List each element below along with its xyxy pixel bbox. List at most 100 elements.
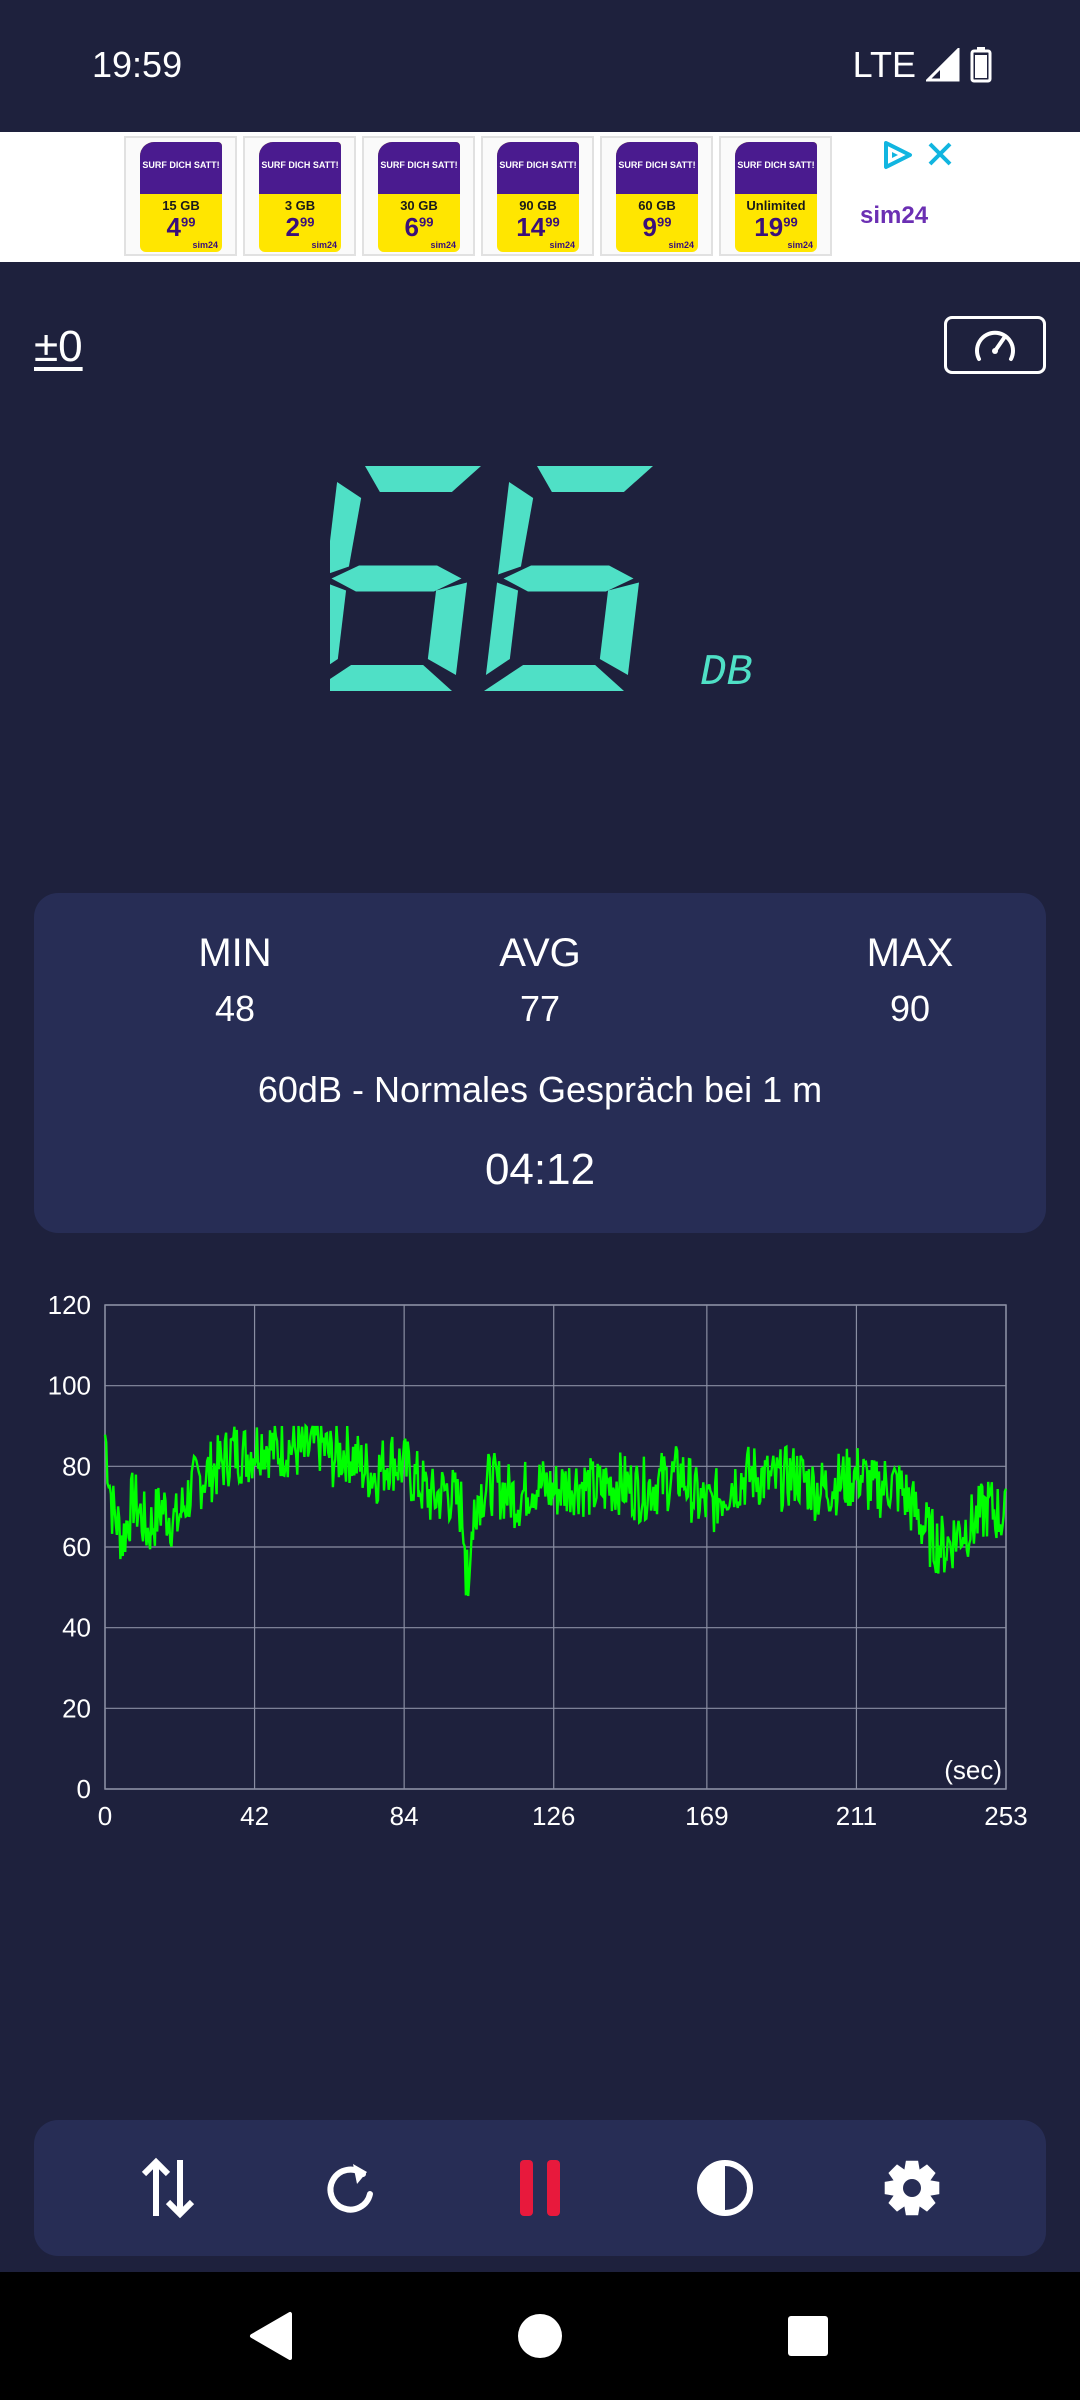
x-tick-label: 84 — [390, 1801, 419, 1831]
swap-vertical-icon — [141, 2157, 195, 2219]
bottom-toolbar — [34, 2120, 1046, 2256]
digit-segment — [330, 665, 452, 691]
stat-max-label: MAX — [866, 931, 954, 975]
ad-card-data: 15 GB — [162, 198, 200, 213]
network-type: LTE — [852, 44, 916, 85]
sim-card-image: SURF DICH SATT! 30 GB 699 sim24 — [378, 142, 460, 252]
noise-level-description: 60dB - Normales Gespräch bei 1 m — [257, 1069, 823, 1110]
x-tick-label: 42 — [240, 1801, 269, 1831]
ad-card[interactable]: SURF DICH SATT! 30 GB 699 sim24 — [362, 136, 475, 256]
ad-card-price: 1999 — [754, 212, 798, 242]
theme-button[interactable] — [685, 2148, 765, 2228]
gear-icon — [884, 2160, 940, 2216]
gauge-mode-button[interactable] — [944, 316, 1046, 374]
y-tick-label: 60 — [62, 1532, 91, 1562]
ad-card-data: 3 GB — [284, 198, 316, 213]
ad-card-headline: SURF DICH SATT! — [259, 142, 341, 194]
reading-digit — [330, 466, 481, 691]
x-tick-label: 211 — [836, 1801, 877, 1831]
speedometer-icon — [975, 330, 1015, 361]
pause-button[interactable] — [500, 2148, 580, 2228]
x-tick-label: 126 — [532, 1801, 575, 1831]
system-nav-bar — [0, 2272, 1080, 2400]
ad-card[interactable]: SURF DICH SATT! 3 GB 299 sim24 — [243, 136, 356, 256]
ad-card-price: 699 — [404, 212, 434, 242]
sim-card-image: SURF DICH SATT! Unlimited 1999 sim24 — [735, 142, 817, 252]
ad-card[interactable]: SURF DICH SATT! 60 GB 999 sim24 — [600, 136, 713, 256]
digit-segment — [427, 582, 468, 675]
status-icons: LTE — [853, 44, 992, 86]
refresh-icon — [327, 2164, 373, 2213]
ad-banner[interactable]: SURF DICH SATT! 15 GB 499 sim24 SURF DICH SA… — [0, 132, 1080, 262]
stats-panel: MIN 48 AVG 77 MAX 90 60dB - Normales Ges… — [34, 893, 1046, 1233]
back-icon — [250, 2312, 292, 2360]
ad-card-headline: SURF DICH SATT! — [735, 142, 817, 194]
digit-segment — [484, 665, 624, 691]
ad-controls — [882, 140, 954, 170]
sim-card-image: SURF DICH SATT! 60 GB 999 sim24 — [616, 142, 698, 252]
ad-card-price: 1499 — [516, 212, 560, 242]
ad-card-price: 999 — [642, 212, 672, 242]
digit-segment — [330, 584, 347, 665]
sort-button[interactable] — [128, 2148, 208, 2228]
x-tick-label: 0 — [98, 1801, 112, 1831]
y-tick-label: 0 — [77, 1774, 91, 1804]
ad-card[interactable]: SURF DICH SATT! 90 GB 1499 sim24 — [481, 136, 594, 256]
settings-button[interactable] — [872, 2148, 952, 2228]
nav-home-button[interactable] — [510, 2306, 570, 2366]
ad-logo[interactable]: sim24 — [860, 202, 928, 230]
ad-card-headline: SURF DICH SATT! — [140, 142, 222, 194]
ad-card[interactable]: SURF DICH SATT! 15 GB 499 sim24 — [124, 136, 237, 256]
nav-recents-button[interactable] — [778, 2306, 838, 2366]
reset-button[interactable] — [311, 2148, 391, 2228]
pause-icon — [520, 2160, 560, 2216]
unit-text: DB — [700, 648, 753, 690]
ad-card-data: 90 GB — [519, 198, 557, 213]
y-tick-label: 100 — [48, 1371, 91, 1401]
ad-choices-icon[interactable] — [882, 140, 914, 170]
ad-cards[interactable]: SURF DICH SATT! 15 GB 499 sim24 SURF DICH SA… — [124, 136, 832, 256]
nav-back-button[interactable] — [240, 2306, 300, 2366]
x-tick-label: 169 — [685, 1801, 728, 1831]
close-icon[interactable] — [926, 140, 954, 168]
ad-card-price: 499 — [166, 212, 196, 242]
digit-segment — [330, 482, 362, 574]
ad-card-brand: sim24 — [787, 240, 813, 250]
status-time: 19:59 — [92, 44, 183, 85]
ad-card[interactable]: SURF DICH SATT! Unlimited 1999 sim24 — [719, 136, 832, 256]
ad-card-brand: sim24 — [668, 240, 694, 250]
y-tick-label: 120 — [48, 1290, 91, 1320]
ad-card-brand: sim24 — [311, 240, 337, 250]
contrast-icon — [697, 2160, 753, 2216]
sim-card-image: SURF DICH SATT! 15 GB 499 sim24 — [140, 142, 222, 252]
ad-card-data: 30 GB — [400, 198, 438, 213]
stat-max-value: 90 — [889, 988, 931, 1029]
status-bar: 19:59 LTE — [0, 0, 1080, 132]
digit-segment — [331, 565, 462, 592]
stat-max: MAX 90 — [810, 931, 1010, 1030]
ad-card-headline: SURF DICH SATT! — [616, 142, 698, 194]
ad-card-headline: SURF DICH SATT! — [497, 142, 579, 194]
stat-min-label: MIN — [198, 931, 272, 975]
unit-label: DB — [700, 648, 753, 690]
ad-card-brand: sim24 — [430, 240, 456, 250]
decibel-reading — [330, 466, 653, 691]
sim-card-image: SURF DICH SATT! 90 GB 1499 sim24 — [497, 142, 579, 252]
x-unit-label: (sec) — [944, 1755, 1002, 1785]
ad-card-price: 299 — [285, 212, 315, 242]
stat-avg-value: 77 — [519, 988, 561, 1029]
sim-card-image: SURF DICH SATT! 3 GB 299 sim24 — [259, 142, 341, 252]
ad-card-data: 60 GB — [638, 198, 676, 213]
ad-card-brand: sim24 — [549, 240, 575, 250]
recents-icon — [788, 2316, 828, 2356]
ad-card-data: Unlimited — [746, 198, 806, 213]
stat-avg-label: AVG — [499, 931, 581, 975]
y-tick-label: 20 — [62, 1693, 91, 1723]
battery-icon — [970, 47, 992, 83]
stat-min-value: 48 — [214, 988, 256, 1029]
ad-card-brand: sim24 — [192, 240, 218, 250]
x-tick-label: 253 — [984, 1801, 1027, 1831]
calibration-offset[interactable]: ±0 — [34, 322, 83, 372]
noise-history-chart: 0 20 40 60 80 100 120 0 42 84 126 169 211 253 (sec) — [48, 1290, 1028, 1831]
ad-card-headline: SURF DICH SATT! — [378, 142, 460, 194]
